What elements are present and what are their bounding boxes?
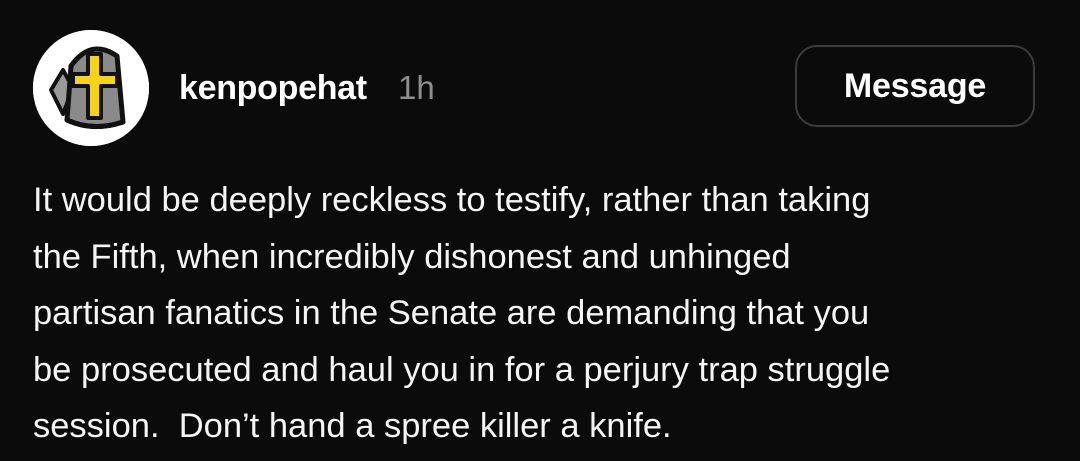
message-button[interactable]: Message	[795, 45, 1035, 127]
message-button-label: Message	[843, 66, 987, 105]
mitre-with-cross-icon	[33, 30, 149, 146]
avatar[interactable]	[33, 30, 149, 146]
post-body: It would be deeply reckless to testify, …	[33, 172, 1043, 455]
post-body-line: It would be deeply reckless to testify, …	[33, 181, 871, 219]
post-body-line: session. Don’t hand a spree killer a kni…	[33, 407, 672, 445]
post: kenpopehat 1h Message It would be deeply…	[0, 0, 1080, 461]
timestamp: 1h	[398, 69, 435, 106]
username[interactable]: kenpopehat	[179, 66, 367, 110]
post-body-line: the Fifth, when incredibly dishonest and…	[33, 237, 791, 276]
post-body-line: partisan fanatics in the Senate are dema…	[33, 294, 870, 332]
post-body-line: be prosecuted and haul you in for a perj…	[33, 350, 891, 389]
